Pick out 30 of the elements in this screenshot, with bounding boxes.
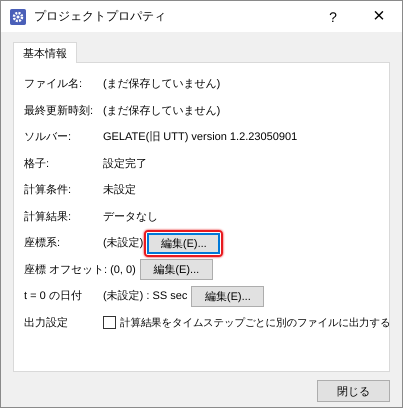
field-value: GELATE(旧 UTT) version 1.2.23050901 xyxy=(103,130,298,144)
field-value: データなし xyxy=(103,210,158,224)
edit-button[interactable]: 編集(E)... xyxy=(147,232,220,254)
field-label: 最終更新時刻: xyxy=(24,104,94,118)
field-value: (未設定) xyxy=(103,236,144,250)
field-label: ソルバー: xyxy=(24,130,72,144)
close-dialog-button[interactable]: 閉じる xyxy=(317,380,390,402)
field-value: (まだ保存していません) xyxy=(103,104,220,118)
window-title: プロジェクトプロパティ xyxy=(34,8,167,25)
field-label: 出力設定 xyxy=(24,316,69,330)
field-value: 設定完了 xyxy=(103,156,147,171)
tab[interactable]: 基本情報 xyxy=(13,42,77,63)
checkbox-label: 計算結果をタイムステップごとに別のファイルに出力する xyxy=(120,316,390,330)
field-value: 未設定 xyxy=(103,183,136,198)
field-label: ファイル名: xyxy=(24,77,84,92)
checkbox[interactable] xyxy=(103,316,116,330)
field-label: 座標系: xyxy=(24,236,62,250)
close-button[interactable]: × xyxy=(356,1,402,32)
field-label: 座標 オフセット: xyxy=(24,262,108,277)
field-value: (0, 0) xyxy=(110,262,136,277)
field-label: 計算結果: xyxy=(24,210,72,224)
field-label: t = 0 の日付 xyxy=(24,289,83,304)
field-label: 計算条件: xyxy=(24,183,72,198)
edit-button[interactable]: 編集(E)... xyxy=(140,259,213,280)
field-value: (未設定) : SS sec xyxy=(103,289,188,304)
field-value: (まだ保存していません) xyxy=(103,77,220,92)
edit-button[interactable]: 編集(E)... xyxy=(191,286,264,307)
help-button[interactable]: ? xyxy=(310,1,356,32)
gear-icon xyxy=(10,8,26,24)
field-label: 格子: xyxy=(24,156,50,171)
